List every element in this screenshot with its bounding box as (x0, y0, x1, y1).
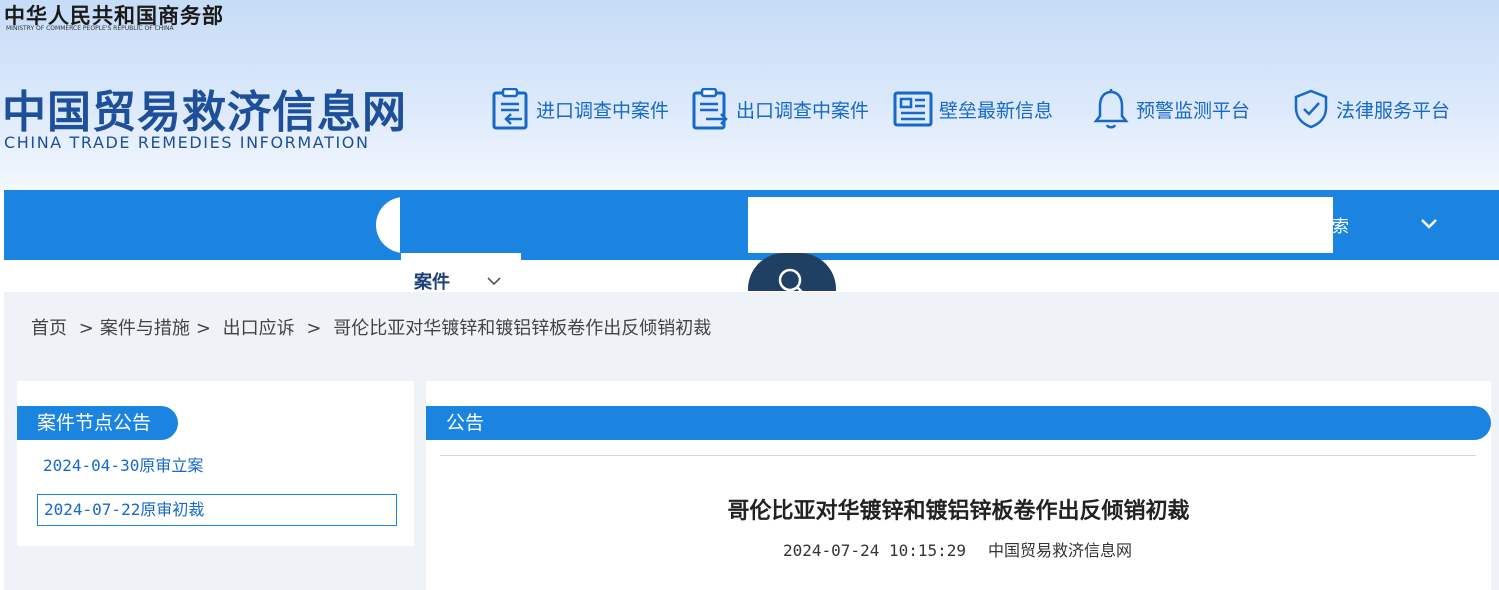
breadcrumb-separator: > (195, 318, 211, 339)
bell-icon (1093, 89, 1129, 129)
search-category-label: 案件 (414, 272, 450, 293)
case-node-item[interactable]: 2024-04-30原审立案 (37, 451, 397, 483)
breadcrumb: 首页 > 案件与措施 > 出口应诉 > 哥伦比亚对华镀锌和镀铝锌板卷作出反倾销初裁 (31, 314, 717, 340)
case-node-item-active[interactable]: 2024-07-22原审初裁 (37, 494, 397, 526)
breadcrumb-cases-measures[interactable]: 案件与措施 (100, 318, 190, 339)
breadcrumb-current: 哥伦比亚对华镀锌和镀铝锌板卷作出反倾销初裁 (333, 318, 712, 339)
search-icon (778, 268, 803, 291)
shield-check-icon (1294, 89, 1328, 129)
breadcrumb-home[interactable]: 首页 (31, 318, 67, 339)
site-logo-en: CHINA TRADE REMEDIES INFORMATION (4, 133, 370, 152)
quick-link-label: 预警监测平台 (1136, 99, 1251, 122)
divider (440, 455, 1476, 456)
article-title: 哥伦比亚对华镀锌和镀铝锌板卷作出反倾销初裁 (727, 498, 1190, 524)
newspaper-icon (893, 91, 933, 127)
quick-link-warning-platform[interactable]: 预警监测平台 (1092, 88, 1250, 130)
quick-link-export-cases[interactable]: 出口调查中案件 (692, 88, 869, 130)
import-clipboard-icon (492, 88, 528, 130)
search-tail-text: 搜索 (1315, 217, 1349, 237)
quick-link-barrier-news[interactable]: 壁垒最新信息 (893, 88, 1053, 130)
site-logo-cn[interactable]: 中国贸易救济信息网 (2, 76, 407, 140)
ministry-name-en: MINISTRY OF COMMERCE PEOPLE'S REPUBLIC O… (6, 25, 174, 32)
announcement-panel-title: 公告 (426, 406, 1491, 440)
announcement-panel: 公告 哥伦比亚对华镀锌和镀铝锌板卷作出反倾销初裁 2024-07-24 10:1… (426, 381, 1491, 590)
site-header: 中华人民共和国商务部 MINISTRY OF COMMERCE PEOPLE'S… (0, 0, 1499, 190)
article-meta: 2024-07-24 10:15:29 中国贸易救济信息网 (783, 537, 1132, 561)
quick-link-legal-platform[interactable]: 法律服务平台 (1292, 88, 1450, 130)
case-node-panel: 案件节点公告 2024-04-30原审立案 2024-07-22原审初裁 (17, 381, 414, 546)
breadcrumb-separator: > (306, 318, 322, 339)
article-source: 中国贸易救济信息网 (988, 541, 1133, 560)
search-box-left (400, 197, 748, 253)
quick-link-label: 法律服务平台 (1336, 99, 1451, 122)
quick-link-label: 出口调查中案件 (736, 99, 870, 122)
export-clipboard-icon (692, 88, 728, 130)
quick-link-label: 进口调查中案件 (536, 99, 670, 122)
breadcrumb-separator: > (78, 318, 94, 339)
breadcrumb-export-response[interactable]: 出口应诉 (223, 318, 295, 339)
case-node-panel-title: 案件节点公告 (17, 406, 178, 440)
quick-link-label: 壁垒最新信息 (939, 99, 1054, 122)
chevron-down-icon[interactable] (1420, 215, 1438, 233)
search-input[interactable] (748, 197, 1333, 253)
article-date: 2024-07-24 10:15:29 (783, 541, 967, 560)
chevron-down-icon (487, 277, 501, 286)
quick-link-import-cases[interactable]: 进口调查中案件 (492, 88, 669, 130)
